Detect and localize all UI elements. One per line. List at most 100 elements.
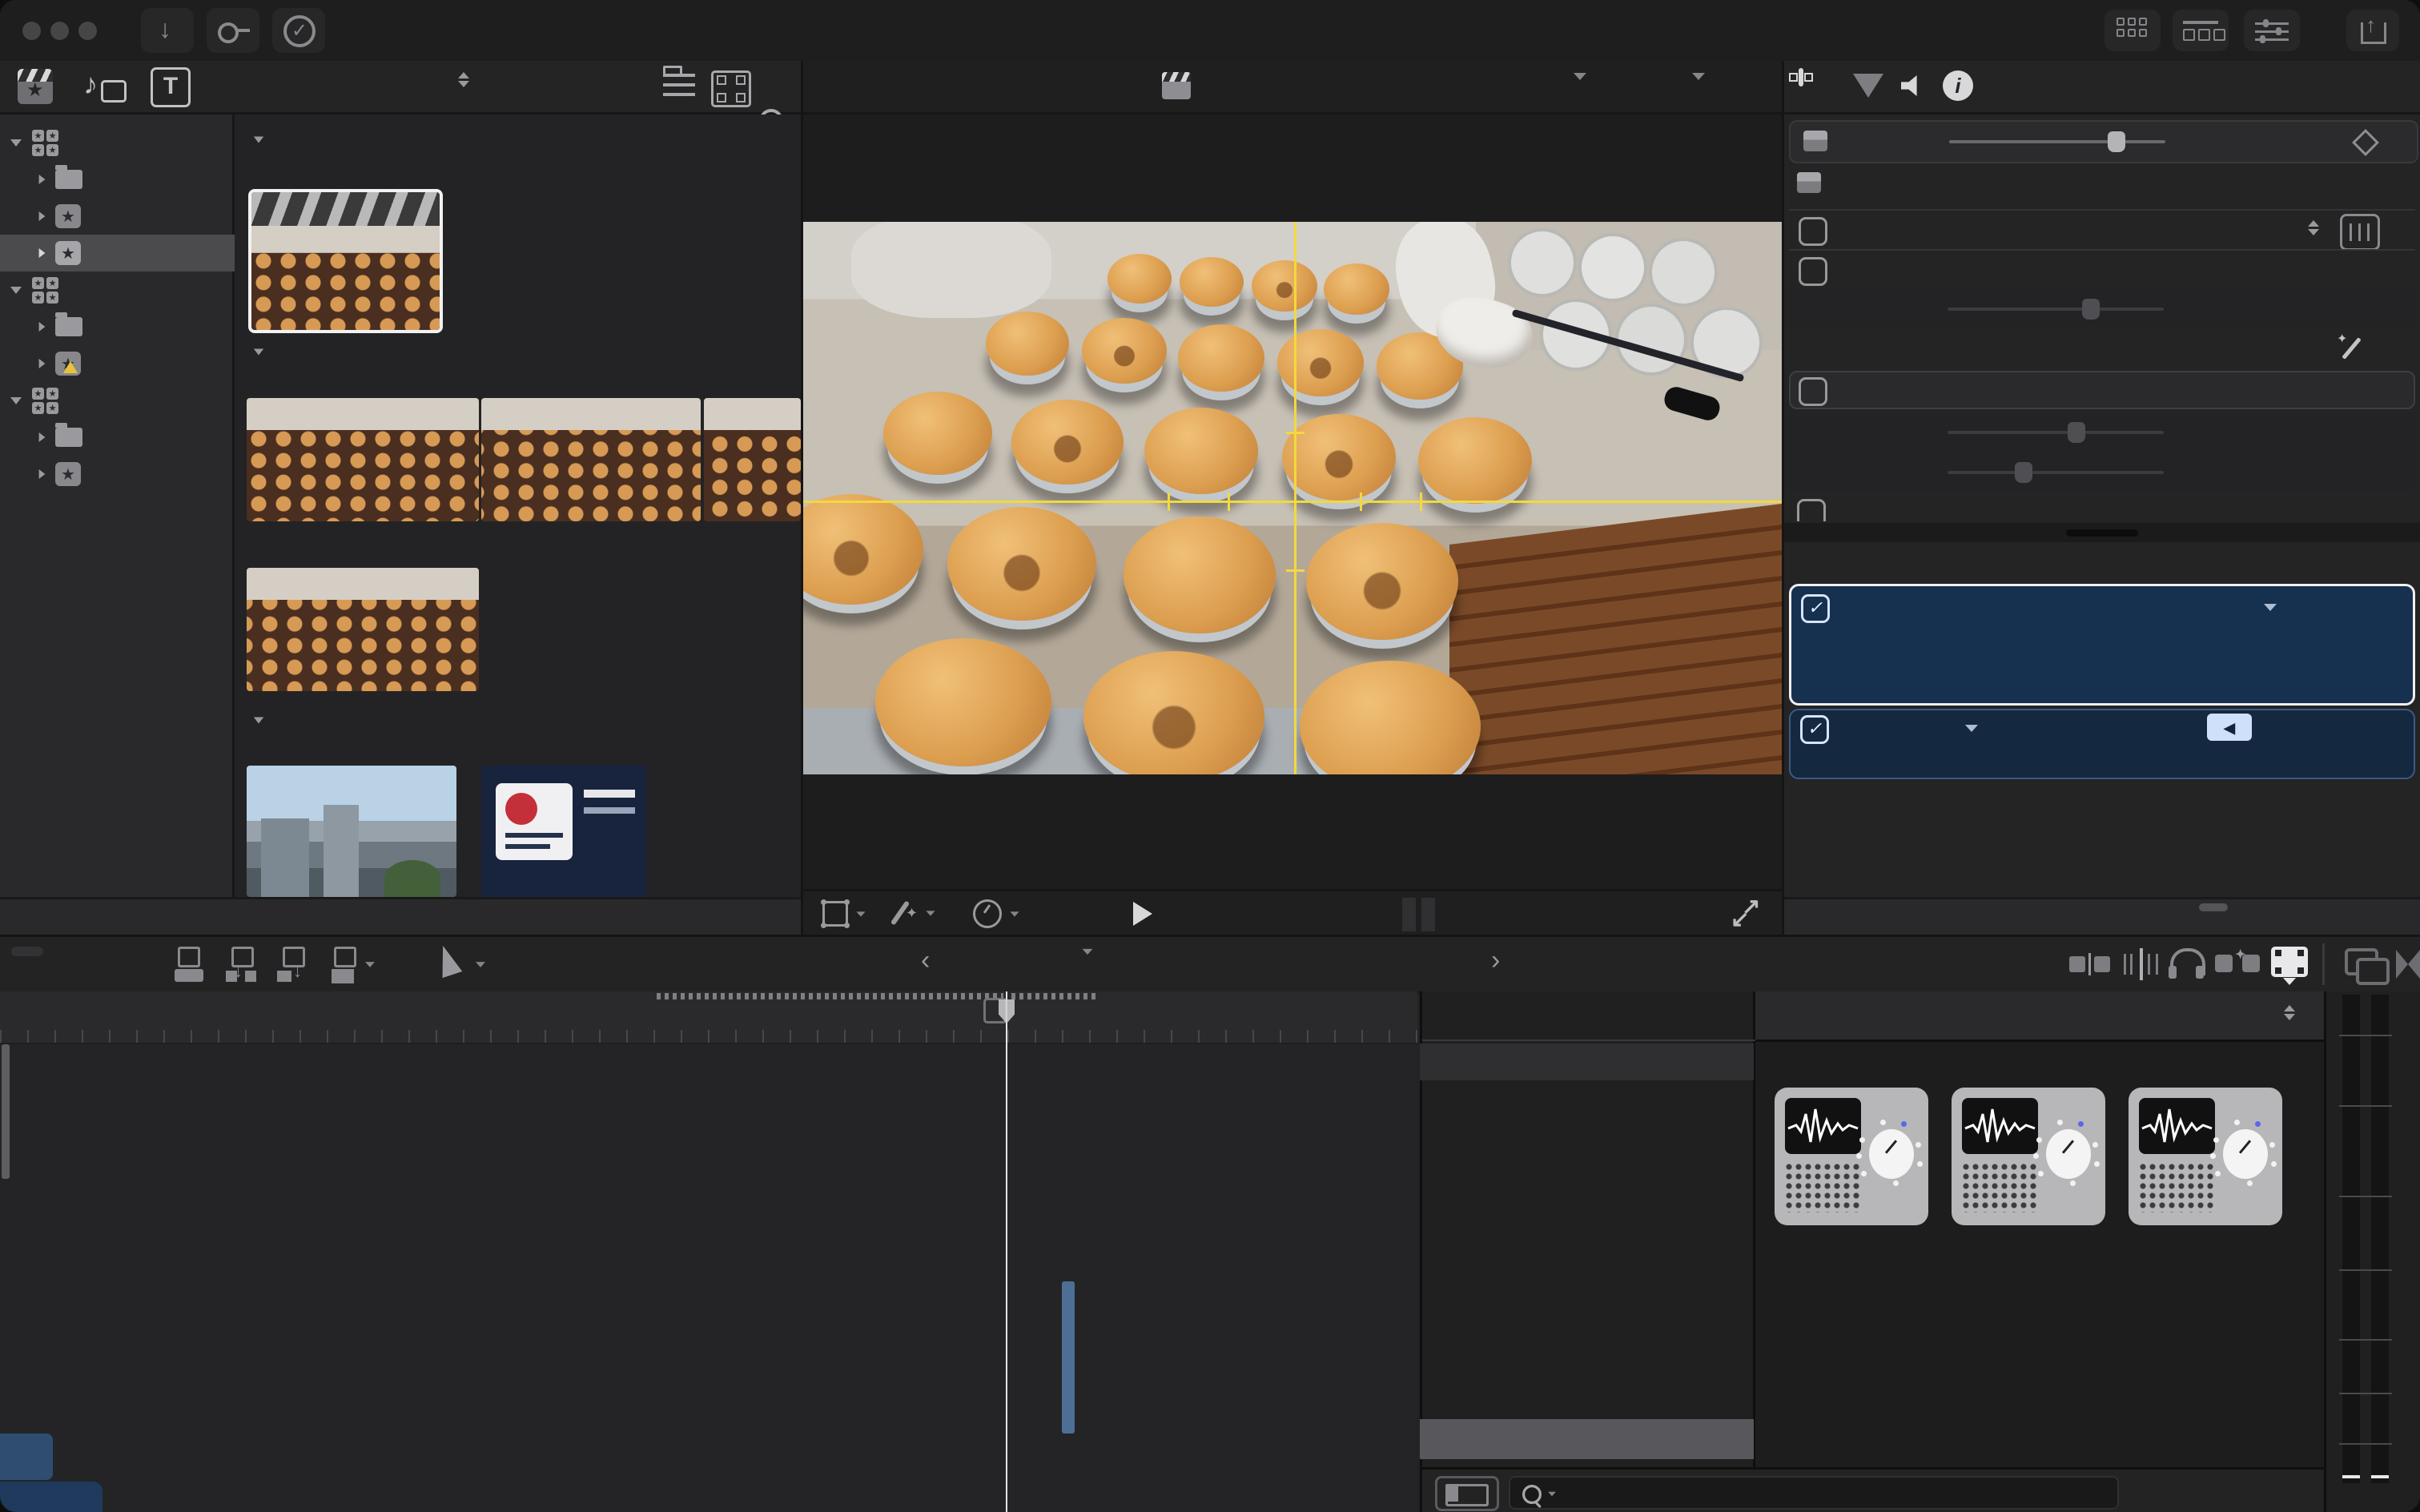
slider-thumb[interactable] — [2068, 422, 2085, 443]
component-checkbox[interactable]: ✓ — [1801, 594, 1830, 623]
effects-search-field[interactable] — [1509, 1476, 2119, 1510]
disclosure-open-icon[interactable] — [10, 286, 22, 293]
clip-thumbnail[interactable] — [247, 568, 479, 691]
section-header-date1[interactable] — [251, 347, 289, 357]
disclosure-closed-icon[interactable] — [39, 248, 46, 258]
effects-category-echo[interactable] — [1420, 1096, 1754, 1136]
disclosure-closed-icon[interactable] — [39, 322, 46, 332]
traffic-light-minimize[interactable] — [50, 22, 69, 40]
music-clip-label[interactable] — [0, 1482, 103, 1512]
index-button[interactable] — [11, 947, 43, 956]
effects-category-voice[interactable] — [1420, 1179, 1754, 1219]
effects-category-modulation[interactable] — [1420, 1220, 1754, 1261]
section-header-projects[interactable] — [251, 135, 289, 145]
video-inspector-tab[interactable] — [1799, 68, 1803, 86]
show-titles-icon[interactable]: T — [151, 67, 191, 107]
disclosure-closed-icon[interactable] — [39, 211, 46, 221]
share-button[interactable]: ↑ — [2346, 10, 2399, 51]
keyword-editor-button[interactable] — [207, 8, 259, 53]
viewer-zoom-dropdown[interactable] — [1566, 73, 1586, 80]
effects-browser-icon[interactable] — [2345, 948, 2386, 980]
voice-isolation-checkbox[interactable] — [1799, 257, 1827, 286]
audio-enhancements-header[interactable] — [1789, 172, 1835, 193]
timeline-ruler[interactable] — [0, 991, 1417, 1044]
mini-audio-meter[interactable] — [1421, 898, 1435, 931]
show-projects-icon[interactable]: ★ — [18, 69, 53, 104]
effects-category-audio[interactable] — [1420, 1044, 1754, 1080]
viewer-video[interactable] — [803, 222, 1782, 774]
effects-category-distortion[interactable] — [1420, 1137, 1754, 1177]
slider-thumb[interactable] — [2082, 299, 2100, 320]
traffic-light-zoom[interactable] — [78, 22, 97, 40]
noise-removal-checkbox[interactable] — [1797, 499, 1826, 521]
music-clip-waveform[interactable] — [0, 1434, 53, 1480]
clip-thumbnail[interactable] — [247, 398, 479, 521]
equalization-checkbox[interactable] — [1799, 217, 1827, 246]
search-input[interactable] — [1566, 1479, 2106, 1505]
clip-filter-dropdown[interactable] — [448, 72, 469, 87]
timeline-clip-sliver[interactable] — [1062, 1281, 1075, 1434]
sidebar-item-library-1[interactable]: ★★★★ — [0, 124, 240, 161]
clip-connections-icon[interactable]: ✦ — [2215, 953, 2260, 975]
effects-category-specialized[interactable] — [1420, 1345, 1754, 1385]
section-header-date2[interactable] — [251, 715, 289, 726]
solo-headphones-icon[interactable] — [2169, 948, 2204, 980]
retime-dropdown[interactable] — [973, 899, 1021, 928]
effect-tile-echoremover[interactable] — [1775, 1088, 1928, 1225]
viewer-view-dropdown[interactable] — [1684, 73, 1705, 80]
transitions-browser-icon[interactable] — [2396, 950, 2420, 979]
audio-component-2[interactable]: ✓ ◀ — [1789, 709, 2415, 779]
mini-audio-meter[interactable] — [1402, 898, 1416, 931]
disclosure-closed-icon[interactable] — [39, 175, 46, 184]
disclosure-closed-icon[interactable] — [39, 469, 46, 479]
loudness-checkbox[interactable] — [1799, 377, 1827, 406]
sidebar-item-event-selected[interactable]: ★ — [0, 235, 269, 271]
sidebar-item-event-2024-08-03[interactable]: ★ — [0, 456, 269, 493]
clip-thumbnail[interactable] — [704, 398, 801, 521]
eq-editor-button[interactable] — [2340, 214, 2380, 251]
sidebar-item-smart-collection-3[interactable] — [0, 419, 269, 456]
project-thumbnail[interactable] — [248, 189, 443, 333]
sidebar-item-smart-collection-2[interactable] — [0, 308, 269, 345]
clip-thumbnail[interactable] — [481, 398, 701, 521]
effects-content-header[interactable] — [1755, 991, 2324, 1042]
disclosure-closed-icon[interactable] — [39, 359, 46, 368]
transform-tool-dropdown[interactable] — [822, 901, 867, 927]
previous-project-arrow[interactable]: ‹ — [921, 945, 930, 976]
browser-toggle-button[interactable] — [2104, 10, 2161, 51]
loudness-amount-slider[interactable] — [1948, 431, 2164, 434]
show-media-icon[interactable]: ♪ — [83, 67, 122, 106]
slider-thumb[interactable] — [2015, 462, 2032, 483]
uniformity-slider[interactable] — [1948, 471, 2164, 474]
stepper-icon[interactable] — [2308, 220, 2319, 235]
effect-tile-levelmatic[interactable] — [1952, 1088, 2105, 1225]
effect-tile-rustleremover[interactable] — [2129, 1088, 2282, 1225]
sidebar-item-event-2024-06-15[interactable]: ★ — [0, 198, 269, 235]
background-tasks-button[interactable]: ✓ — [272, 8, 325, 53]
effects-category-crumplepop[interactable] — [1420, 1419, 1754, 1459]
keyframe-icon[interactable] — [2352, 129, 2379, 156]
voice-amount-slider[interactable] — [1948, 308, 2164, 311]
overwrite-edit-dropdown[interactable] — [328, 947, 380, 982]
append-edit-button[interactable]: ↓ — [277, 947, 309, 982]
list-view-icon[interactable] — [663, 72, 695, 101]
clip-thumbnail-metro[interactable] — [481, 766, 646, 897]
fullscreen-icon[interactable]: ↗↙ — [1732, 896, 1767, 931]
clip-thumbnail-city[interactable] — [247, 766, 456, 897]
disclosure-open-icon[interactable] — [10, 139, 22, 146]
inspector-toggle-button[interactable] — [2244, 10, 2300, 51]
timeline-toggle-button[interactable] — [2173, 10, 2229, 51]
effects-category-levels[interactable] — [1420, 1262, 1754, 1302]
audio-inspector-tab[interactable] — [1901, 75, 1924, 96]
color-inspector-tab[interactable] — [1853, 74, 1883, 98]
component-checkbox[interactable]: ✓ — [1800, 715, 1829, 744]
sidebar-item-event-2024-07-21[interactable]: ★ — [0, 345, 269, 382]
volume-slider[interactable] — [1949, 140, 2165, 143]
audio-skimming-icon[interactable] — [2121, 948, 2162, 980]
traffic-light-close[interactable] — [22, 22, 41, 40]
effects-category-spaces[interactable] — [1420, 1304, 1754, 1344]
trim-icon[interactable] — [2069, 953, 2111, 975]
play-button[interactable] — [1133, 902, 1152, 926]
tool-dropdown[interactable] — [432, 945, 496, 983]
sidebar-item-library-2[interactable]: ★★★★ — [0, 271, 240, 308]
